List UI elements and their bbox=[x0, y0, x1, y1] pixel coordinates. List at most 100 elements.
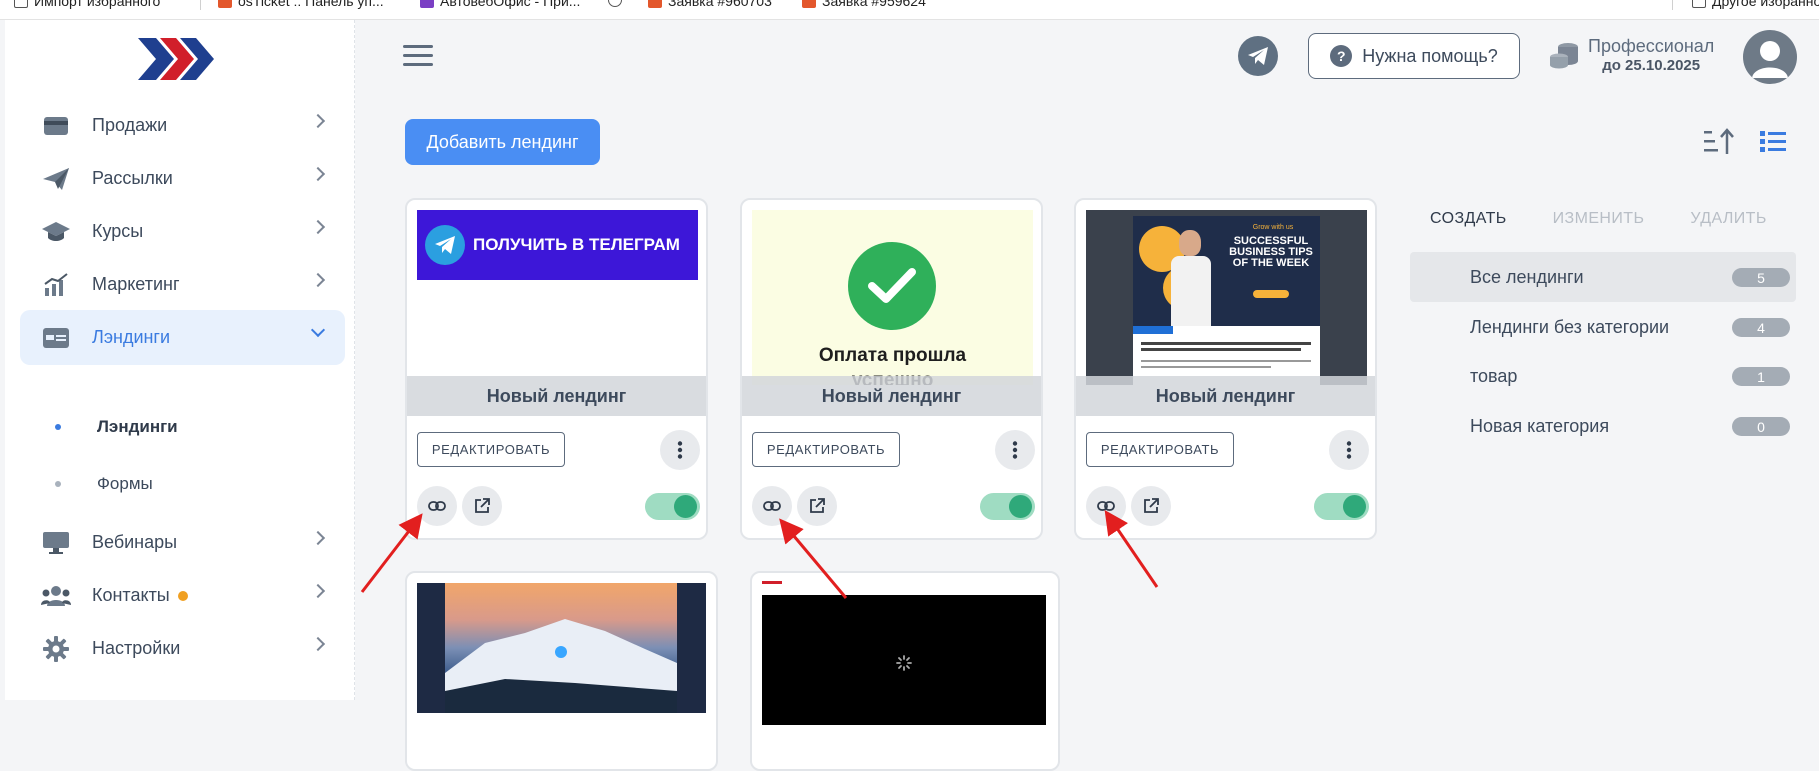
sidebar-item-settings[interactable]: Настройки bbox=[20, 621, 345, 676]
bookmark-osticket[interactable]: osTicket :: Панель уп... bbox=[218, 0, 384, 9]
copy-link-button[interactable] bbox=[417, 486, 457, 526]
bullet-icon bbox=[55, 481, 61, 487]
chevron-right-icon bbox=[310, 219, 326, 235]
telegram-icon bbox=[1248, 47, 1268, 65]
landing-preview[interactable] bbox=[417, 583, 706, 713]
toggle-knob bbox=[1009, 495, 1032, 518]
landing-card bbox=[750, 571, 1060, 771]
loading-spinner-icon bbox=[896, 655, 912, 671]
open-external-button[interactable] bbox=[797, 486, 837, 526]
list-view-icon[interactable] bbox=[1760, 129, 1786, 155]
preview-line bbox=[1141, 366, 1271, 368]
edit-button[interactable]: РЕДАКТИРОВАТЬ bbox=[752, 432, 900, 467]
copy-link-button[interactable] bbox=[752, 486, 792, 526]
help-button[interactable]: ? Нужна помощь? bbox=[1308, 33, 1520, 79]
link-icon bbox=[763, 501, 781, 511]
notification-dot bbox=[177, 591, 188, 602]
preview-header-mark bbox=[762, 581, 782, 584]
sidebar-item-courses[interactable]: Курсы bbox=[20, 204, 345, 259]
sidebar-item-webinars[interactable]: Вебинары bbox=[20, 515, 345, 570]
toggle-knob bbox=[1343, 495, 1366, 518]
landing-preview[interactable] bbox=[762, 595, 1046, 725]
add-landing-button[interactable]: Добавить лендинг bbox=[405, 119, 600, 165]
external-link-icon bbox=[1144, 498, 1159, 513]
sidebar-item-mailings[interactable]: Рассылки bbox=[20, 151, 345, 206]
link-icon bbox=[1097, 501, 1115, 511]
more-options-button[interactable] bbox=[1329, 430, 1369, 470]
publish-toggle[interactable] bbox=[645, 493, 700, 520]
sort-icon[interactable] bbox=[1704, 128, 1734, 156]
open-external-button[interactable] bbox=[462, 486, 502, 526]
sidebar-item-contacts[interactable]: Контакты bbox=[20, 568, 345, 623]
landing-card: Grow with us SUCCESSFUL BUSINESS TIPS OF… bbox=[1074, 198, 1377, 540]
category-item[interactable]: Лендинги без категории 4 bbox=[1410, 302, 1796, 352]
chevron-down-icon bbox=[310, 322, 326, 338]
preview-hero: Grow with us SUCCESSFUL BUSINESS TIPS OF… bbox=[1133, 216, 1320, 326]
help-button-label: Нужна помощь? bbox=[1362, 45, 1498, 66]
delete-category-button[interactable]: УДАЛИТЬ bbox=[1690, 210, 1766, 228]
copy-link-button[interactable] bbox=[1086, 486, 1126, 526]
telegram-icon bbox=[425, 225, 465, 265]
landing-card bbox=[405, 571, 718, 771]
sidebar-subitem-label: Лэндинги bbox=[97, 417, 178, 436]
sidebar-item-label: Курсы bbox=[92, 221, 144, 241]
gear-icon bbox=[40, 633, 72, 665]
telegram-banner: ПОЛУЧИТЬ В ТЕЛЕГРАМ bbox=[417, 210, 698, 280]
sidebar-item-label: Маркетинг bbox=[92, 274, 180, 294]
bookmark-autoweboffice[interactable]: АвтовебОфис - При... bbox=[420, 0, 580, 9]
category-name: товар bbox=[1470, 365, 1518, 386]
category-item[interactable]: Новая категория 0 bbox=[1410, 401, 1796, 451]
coins-icon bbox=[1550, 43, 1578, 69]
bookmark-globe[interactable] bbox=[608, 0, 628, 7]
edit-button[interactable]: РЕДАКТИРОВАТЬ bbox=[417, 432, 565, 467]
edit-category-button[interactable]: ИЗМЕНИТЬ bbox=[1553, 210, 1645, 228]
site-icon bbox=[420, 0, 434, 8]
folder-icon bbox=[1692, 0, 1706, 8]
sidebar-subitem-forms[interactable]: Формы bbox=[55, 474, 153, 494]
publish-toggle[interactable] bbox=[980, 493, 1035, 520]
more-options-button[interactable] bbox=[660, 430, 700, 470]
more-options-button[interactable] bbox=[995, 430, 1035, 470]
category-item[interactable]: товар 1 bbox=[1410, 351, 1796, 401]
preview-line bbox=[1141, 342, 1311, 345]
chevron-right-icon bbox=[310, 583, 326, 599]
chevron-right-icon bbox=[310, 272, 326, 288]
question-icon: ? bbox=[1330, 45, 1353, 67]
landing-preview[interactable]: Оплата прошла успешно bbox=[752, 210, 1033, 385]
bookmark-other[interactable]: Другое избранное bbox=[1692, 0, 1819, 9]
preview-line bbox=[1141, 360, 1311, 362]
site-icon bbox=[648, 0, 662, 8]
mountain-image bbox=[445, 583, 677, 713]
sidebar-item-sales[interactable]: Продажи bbox=[20, 98, 345, 153]
category-count: 4 bbox=[1732, 318, 1790, 337]
bookmark-import[interactable]: Импорт избранного bbox=[14, 0, 160, 9]
sidebar-item-label: Контакты bbox=[92, 585, 188, 606]
edit-button[interactable]: РЕДАКТИРОВАТЬ bbox=[1086, 432, 1234, 467]
landing-preview[interactable]: Grow with us SUCCESSFUL BUSINESS TIPS OF… bbox=[1086, 210, 1367, 385]
site-icon bbox=[218, 0, 232, 8]
send-icon bbox=[40, 163, 72, 195]
category-item[interactable]: Все лендинги 5 bbox=[1410, 252, 1796, 302]
sidebar-item-label-text: Контакты bbox=[92, 585, 170, 605]
landing-preview[interactable]: ПОЛУЧИТЬ В ТЕЛЕГРАМ bbox=[417, 210, 698, 385]
telegram-button[interactable] bbox=[1238, 36, 1278, 76]
sidebar-item-marketing[interactable]: Маркетинг bbox=[20, 257, 345, 312]
sidebar-item-landings[interactable]: Лэндинги bbox=[20, 310, 345, 365]
create-category-button[interactable]: СОЗДАТЬ bbox=[1430, 210, 1507, 228]
hamburger-icon bbox=[403, 54, 433, 57]
sidebar-subitem-landings[interactable]: Лэндинги bbox=[55, 417, 178, 437]
plan-name: Профессионал bbox=[1588, 36, 1715, 56]
menu-toggle-button[interactable] bbox=[403, 45, 433, 71]
bookmark-ticket-2[interactable]: Заявка #959624 bbox=[802, 0, 926, 9]
publish-toggle[interactable] bbox=[1314, 493, 1369, 520]
user-avatar[interactable] bbox=[1743, 30, 1797, 84]
plan-info[interactable]: Профессионал до 25.10.2025 bbox=[1548, 36, 1714, 74]
person-image bbox=[1179, 230, 1201, 256]
category-name: Новая категория bbox=[1470, 415, 1610, 436]
open-external-button[interactable] bbox=[1131, 486, 1171, 526]
chevron-right-icon bbox=[310, 113, 326, 129]
card-icon bbox=[40, 110, 72, 142]
logo[interactable] bbox=[138, 34, 218, 84]
more-vertical-icon bbox=[1012, 441, 1018, 459]
bookmark-ticket-1[interactable]: Заявка #960703 bbox=[648, 0, 772, 9]
